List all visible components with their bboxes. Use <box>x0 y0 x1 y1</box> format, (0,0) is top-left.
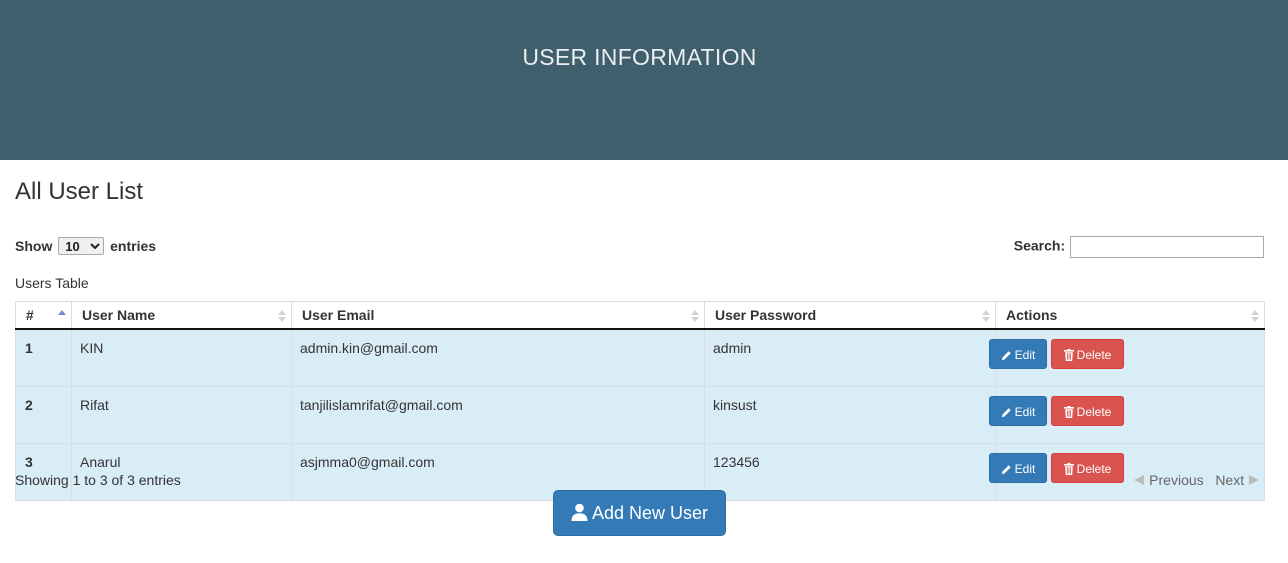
delete-button[interactable]: Delete <box>1051 396 1124 426</box>
column-header-user-password[interactable]: User Password <box>704 301 996 330</box>
sort-ascending-icon <box>58 310 66 315</box>
table-info: Showing 1 to 3 of 3 entries <box>15 472 181 488</box>
edit-button[interactable]: Edit <box>989 339 1047 369</box>
next-button[interactable]: Next <box>1215 472 1260 488</box>
search-label: Search: <box>1013 237 1066 254</box>
previous-label: Previous <box>1149 472 1204 488</box>
next-label: Next <box>1215 472 1245 488</box>
entries-length-control: Show 10 entries <box>15 237 156 255</box>
user-email-cell: admin.kin@gmail.com <box>291 328 705 387</box>
row-number: 1 <box>15 328 72 387</box>
length-suffix: entries <box>110 238 157 254</box>
user-name-cell: KIN <box>71 328 292 387</box>
trash-icon <box>1063 463 1074 475</box>
add-new-user-button[interactable]: Add New User <box>553 490 726 536</box>
actions-cell: Edit Delete <box>989 328 1265 387</box>
table-row: 2 Rifat tanjilislamrifat@gmail.com kinsu… <box>15 386 1265 444</box>
length-prefix: Show <box>15 238 53 254</box>
triangle-right-icon <box>1249 475 1259 485</box>
pencil-icon <box>1001 351 1011 361</box>
column-header-user-name[interactable]: User Name <box>71 301 292 330</box>
column-header-user-email[interactable]: User Email <box>291 301 705 330</box>
triangle-left-icon <box>1134 475 1145 485</box>
users-table: # User Name User Email User Password Act… <box>15 301 1265 501</box>
sort-arrows-icon <box>691 310 699 322</box>
row-number: 2 <box>15 386 72 444</box>
user-name-cell: Rifat <box>71 386 292 444</box>
add-new-user-label: Add New User <box>591 503 709 523</box>
user-email-cell: tanjilislamrifat@gmail.com <box>291 386 705 444</box>
search-filter: Search: <box>1014 236 1264 258</box>
table-header-row: # User Name User Email User Password Act… <box>15 301 1265 330</box>
edit-button[interactable]: Edit <box>989 453 1047 483</box>
trash-icon <box>1063 406 1074 418</box>
edit-label: Edit <box>1014 348 1036 362</box>
pagination: Previous Next <box>1133 472 1260 488</box>
sort-arrows-icon <box>278 310 286 322</box>
edit-label: Edit <box>1014 405 1036 419</box>
entries-per-page-select[interactable]: 10 <box>58 237 105 255</box>
actions-cell: Edit Delete <box>989 386 1265 444</box>
delete-label: Delete <box>1076 462 1112 476</box>
column-header-number[interactable]: # <box>15 301 72 330</box>
edit-button[interactable]: Edit <box>989 396 1047 426</box>
page-title: All User List <box>15 178 144 205</box>
trash-icon <box>1063 349 1074 361</box>
table-row: 1 KIN admin.kin@gmail.com admin Edit Del… <box>15 328 1265 387</box>
search-input[interactable] <box>1070 236 1264 258</box>
delete-label: Delete <box>1076 348 1112 362</box>
table-caption: Users Table <box>15 275 89 291</box>
previous-button[interactable]: Previous <box>1133 472 1207 488</box>
pencil-icon <box>1001 465 1011 475</box>
user-icon <box>571 503 588 521</box>
column-header-actions[interactable]: Actions <box>995 301 1265 330</box>
delete-button[interactable]: Delete <box>1051 453 1124 483</box>
delete-label: Delete <box>1076 405 1112 419</box>
edit-label: Edit <box>1014 462 1036 476</box>
page-header: USER INFORMATION <box>0 0 1288 160</box>
user-password-cell: 123456 <box>704 443 996 501</box>
delete-button[interactable]: Delete <box>1051 339 1124 369</box>
user-password-cell: admin <box>704 328 996 387</box>
sort-arrows-icon <box>982 310 990 322</box>
user-password-cell: kinsust <box>704 386 996 444</box>
header-title: USER INFORMATION <box>522 44 757 70</box>
sort-arrows-icon <box>1251 310 1259 322</box>
pencil-icon <box>1001 408 1011 418</box>
